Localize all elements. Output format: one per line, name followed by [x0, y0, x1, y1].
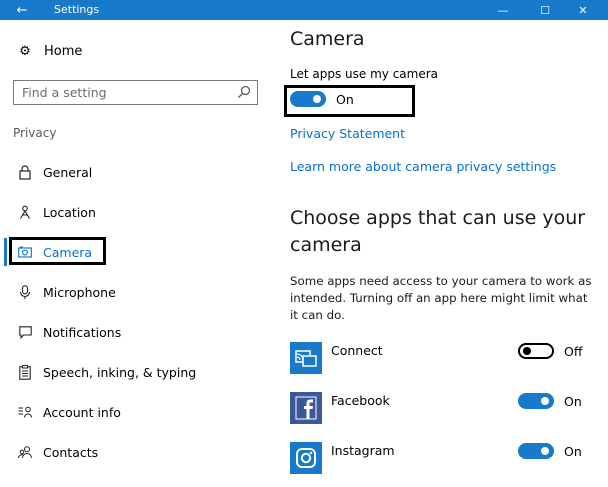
sidebar-item-notifications[interactable]: Notifications — [18, 321, 121, 343]
active-indicator — [4, 238, 7, 266]
sidebar-item-general[interactable]: General — [18, 161, 92, 183]
sidebar: ⚙ Home Find a setting Privacy General Lo… — [0, 20, 272, 487]
section-label-privacy: Privacy — [13, 126, 57, 140]
account-info-icon — [18, 404, 32, 420]
page-title: Camera — [290, 28, 365, 50]
close-icon: ✕ — [578, 3, 588, 17]
microphone-icon — [18, 284, 32, 300]
toggle-knob — [523, 347, 531, 355]
sidebar-item-label: Notifications — [43, 324, 122, 340]
app-name-instagram: Instagram — [331, 443, 395, 458]
sidebar-item-label: Contacts — [43, 444, 99, 460]
window-title: Settings — [54, 3, 100, 16]
maximize-button[interactable]: ☐ — [528, 0, 562, 20]
sidebar-item-contacts[interactable]: Contacts — [18, 441, 98, 463]
toggle-knob — [541, 447, 549, 455]
instagram-toggle[interactable] — [518, 443, 554, 459]
sidebar-item-account-info[interactable]: Account info — [18, 401, 121, 423]
app-toggle-row-connect: Off — [518, 343, 582, 359]
back-button[interactable]: ← — [0, 0, 44, 20]
contacts-icon — [18, 444, 32, 460]
sidebar-item-label: Microphone — [43, 284, 116, 300]
search-box[interactable]: Find a setting — [13, 80, 258, 105]
search-icon[interactable] — [237, 85, 251, 99]
home-label: Home — [44, 44, 83, 59]
app-toggle-state: On — [564, 393, 582, 409]
master-toggle-label: Let apps use my camera — [290, 67, 439, 81]
app-toggle-state: Off — [564, 343, 583, 359]
apps-description: Some apps need access to your camera to … — [290, 274, 592, 322]
sidebar-home[interactable]: ⚙ Home — [18, 44, 82, 59]
search-input[interactable]: Find a setting — [22, 85, 107, 100]
apps-heading: Choose apps that can use your camera — [290, 207, 586, 256]
connect-toggle[interactable] — [518, 343, 554, 359]
sidebar-item-microphone[interactable]: Microphone — [18, 281, 116, 303]
lock-icon — [18, 164, 32, 180]
gear-icon: ⚙ — [19, 44, 31, 59]
app-name-facebook: Facebook — [331, 393, 390, 408]
maximize-icon: ☐ — [540, 3, 550, 17]
minimize-icon: — — [497, 3, 509, 17]
sidebar-item-speech[interactable]: Speech, inking, & typing — [18, 361, 196, 383]
clipboard-icon — [18, 364, 32, 380]
privacy-statement-link[interactable]: Privacy Statement — [290, 126, 405, 141]
toggle-knob — [541, 397, 549, 405]
app-toggle-row-facebook: On — [518, 393, 582, 409]
sidebar-item-location[interactable]: Location — [18, 201, 96, 223]
master-toggle-highlight-box — [284, 85, 415, 117]
connect-app-icon — [290, 342, 322, 374]
facebook-app-icon — [290, 392, 322, 424]
location-person-icon — [18, 204, 32, 220]
facebook-toggle[interactable] — [518, 393, 554, 409]
main-content: Camera Let apps use my camera On Privacy… — [272, 20, 608, 487]
instagram-app-icon — [290, 442, 322, 474]
sidebar-item-label: General — [43, 164, 93, 180]
sidebar-item-label: Account info — [43, 404, 121, 420]
title-bar: ← Settings — ☐ ✕ — [0, 0, 608, 20]
sidebar-item-label: Location — [43, 204, 96, 220]
sidebar-item-label: Speech, inking, & typing — [43, 364, 197, 380]
camera-highlight-box — [9, 237, 106, 265]
minimize-button[interactable]: — — [486, 0, 520, 20]
app-toggle-state: On — [564, 443, 582, 459]
learn-more-link[interactable]: Learn more about camera privacy settings — [290, 159, 556, 174]
notification-icon — [18, 324, 32, 340]
app-name-connect: Connect — [331, 343, 383, 358]
close-button[interactable]: ✕ — [566, 0, 600, 20]
back-arrow-icon: ← — [16, 2, 28, 18]
app-toggle-row-instagram: On — [518, 443, 582, 459]
